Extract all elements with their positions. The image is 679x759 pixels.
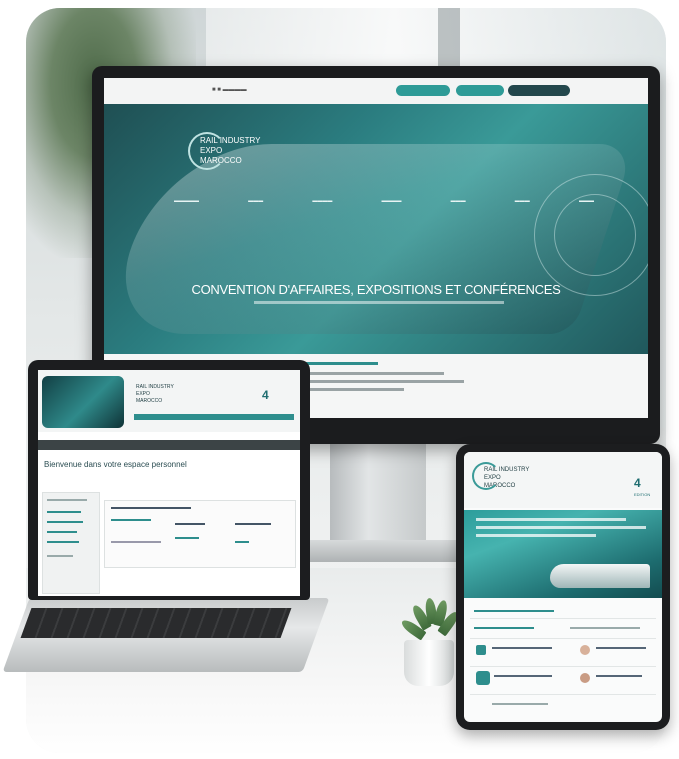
language-flags-icon[interactable]: ■ ■ ▬▬▬▬ — [212, 87, 247, 93]
section-text-line — [570, 627, 640, 629]
tablet-train-image — [550, 564, 650, 588]
tablet-edition-label: EDITION — [634, 492, 651, 497]
nav-item[interactable]: ▬▬▬▬ — [312, 198, 332, 204]
logo-line-3: MAROCCO — [136, 398, 163, 404]
logo-line-2: EXPO — [136, 391, 150, 397]
monitor-top-button-2[interactable] — [456, 85, 504, 96]
laptop-keyboard — [20, 608, 292, 638]
laptop-content-card — [104, 500, 296, 568]
photo-scene: ■ ■ ▬▬▬▬ RAIL INDUSTRY EXPO MAROCCO ▬▬▬▬… — [0, 0, 679, 759]
list-item-line — [492, 647, 552, 649]
content-heading-line — [304, 362, 378, 365]
laptop: RAIL INDUSTRY EXPO MAROCCO 4 Bienvenue d… — [2, 360, 330, 672]
nav-item[interactable]: ▬▬▬ — [515, 198, 530, 204]
monitor-site-topbar: ■ ■ ▬▬▬▬ — [104, 78, 648, 105]
avatar — [580, 673, 590, 683]
avatar — [580, 645, 590, 655]
plant-pot — [404, 640, 454, 686]
logo-arc-icon — [472, 462, 500, 490]
laptop-nav-bar[interactable] — [38, 440, 300, 450]
monitor-hero-banner: RAIL INDUSTRY EXPO MAROCCO ▬▬▬▬▬ ▬▬▬ ▬▬▬… — [104, 104, 648, 354]
tablet-site-header: RAIL INDUSTRY EXPO MAROCCO 4 EDITION — [464, 452, 662, 508]
laptop-page-heading: Bienvenue dans votre espace personnel — [44, 460, 187, 469]
card-title-line — [111, 507, 191, 509]
breadcrumb-line[interactable] — [474, 610, 554, 612]
card-text-line — [111, 541, 161, 543]
tablet-hero-banner — [464, 510, 662, 598]
tablet-edition-number: 4 — [634, 476, 641, 490]
card-column-line — [175, 523, 205, 525]
list-item-line — [596, 675, 642, 677]
logo-arc-icon — [188, 132, 226, 170]
sidebar-item[interactable] — [47, 541, 79, 543]
hero-subtitle-blur — [254, 301, 504, 304]
monitor-top-button-3[interactable] — [508, 85, 570, 96]
list-item[interactable] — [470, 638, 656, 667]
laptop-lid: RAIL INDUSTRY EXPO MAROCCO 4 Bienvenue d… — [28, 360, 310, 600]
content-text-line — [304, 388, 404, 391]
content-text-line — [304, 372, 444, 375]
hero-headline: CONVENTION D'AFFAIRES, EXPOSITIONS ET CO… — [191, 282, 561, 297]
tablet-screen: RAIL INDUSTRY EXPO MAROCCO 4 EDITION — [464, 452, 662, 722]
section-title-line — [474, 627, 534, 629]
sidebar-item[interactable] — [47, 499, 87, 501]
content-text-line — [304, 380, 464, 383]
list-item-icon — [476, 671, 490, 685]
nav-item[interactable]: ▬▬▬ — [579, 198, 594, 204]
laptop-sidebar — [42, 492, 100, 594]
card-link-line[interactable] — [175, 537, 199, 539]
list-item-line — [596, 647, 646, 649]
laptop-teal-banner — [134, 414, 294, 420]
list-item-icon — [476, 645, 486, 655]
monitor-stand-base — [286, 540, 474, 562]
sidebar-item[interactable] — [47, 511, 81, 513]
list-item-line — [494, 675, 552, 677]
banner-text-line — [476, 534, 596, 537]
banner-text-line — [476, 526, 646, 529]
banner-text-line — [476, 518, 626, 521]
monitor-top-button-1[interactable] — [396, 85, 450, 96]
laptop-site-header: RAIL INDUSTRY EXPO MAROCCO 4 — [38, 370, 300, 432]
card-column-line — [235, 523, 271, 525]
nav-item[interactable]: ▬▬▬▬ — [381, 198, 401, 204]
list-item[interactable] — [470, 666, 656, 695]
card-link-line[interactable] — [111, 519, 151, 521]
card-link-line[interactable] — [235, 541, 249, 543]
tablet: RAIL INDUSTRY EXPO MAROCCO 4 EDITION — [456, 444, 670, 730]
nav-item[interactable]: ▬▬▬ — [451, 198, 466, 204]
sidebar-item[interactable] — [47, 521, 83, 523]
laptop-screen: RAIL INDUSTRY EXPO MAROCCO 4 Bienvenue d… — [38, 370, 300, 596]
hero-decor-ring — [554, 194, 636, 276]
sidebar-item[interactable] — [47, 531, 77, 533]
logo-line-1: RAIL INDUSTRY — [136, 384, 174, 390]
laptop-edition-number: 4 — [262, 388, 269, 402]
monitor-main-nav: ▬▬▬▬▬ ▬▬▬ ▬▬▬▬ ▬▬▬▬ ▬▬▬ ▬▬▬ ▬▬▬ — [174, 198, 594, 204]
monitor-stand-neck — [330, 444, 426, 544]
sidebar-item[interactable] — [47, 555, 73, 557]
nav-item[interactable]: ▬▬▬▬▬ — [174, 198, 199, 204]
laptop-hero-image — [42, 376, 124, 428]
list-item-line — [492, 703, 548, 705]
nav-item[interactable]: ▬▬▬ — [248, 198, 263, 204]
list-item[interactable] — [470, 694, 656, 722]
laptop-logo[interactable]: RAIL INDUSTRY EXPO MAROCCO — [136, 384, 174, 405]
tablet-logo[interactable]: RAIL INDUSTRY EXPO MAROCCO — [472, 462, 529, 490]
monitor-logo[interactable]: RAIL INDUSTRY EXPO MAROCCO — [188, 132, 260, 170]
